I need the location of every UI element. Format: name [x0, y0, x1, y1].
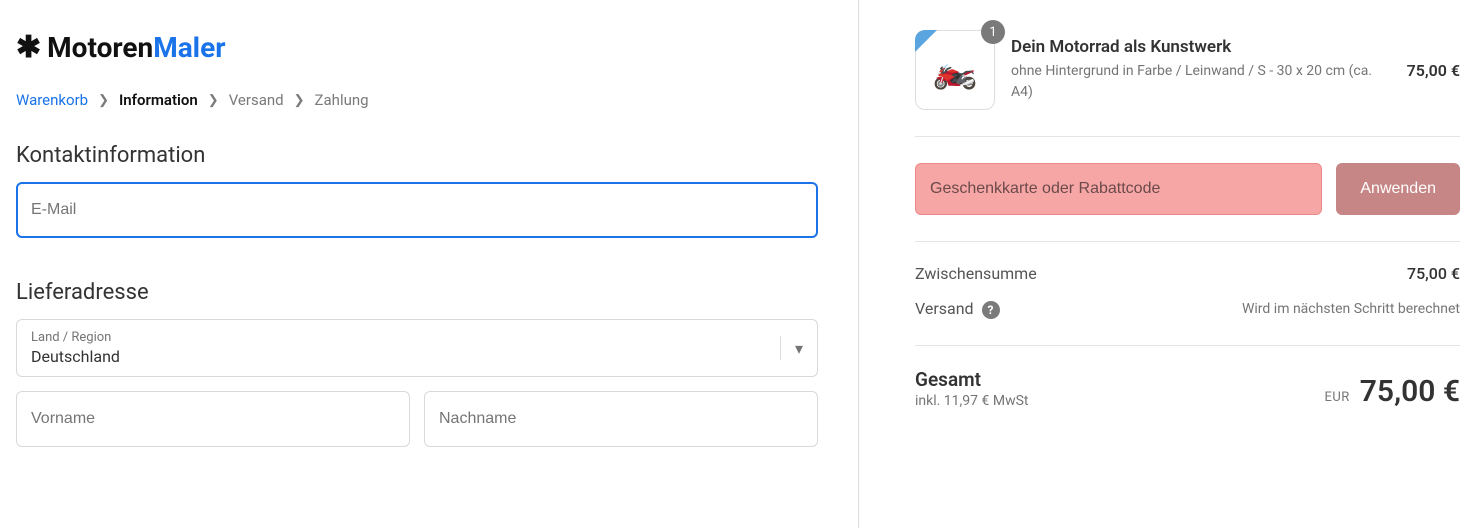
chevron-right-icon: ❯: [208, 93, 219, 108]
chevron-right-icon: ❯: [98, 93, 109, 108]
total-label: Gesamt: [915, 368, 1028, 391]
total-value: 75,00 €: [1360, 374, 1460, 409]
quantity-badge: 1: [981, 20, 1005, 44]
help-icon[interactable]: ?: [982, 301, 1000, 319]
currency-label: EUR: [1324, 390, 1349, 405]
country-select[interactable]: Land / Region Deutschland ▾: [16, 319, 818, 377]
shipping-heading: Lieferadresse: [16, 280, 818, 305]
brand-logo: ✱ MotorenMaler: [16, 30, 818, 65]
apply-discount-button[interactable]: Anwenden: [1336, 163, 1460, 215]
breadcrumb: Warenkorb ❯ Information ❯ Versand ❯ Zahl…: [16, 91, 818, 109]
logo-part2: Maler: [153, 31, 225, 64]
item-price: 75,00 €: [1407, 61, 1460, 80]
asterisk-icon: ✱: [16, 30, 41, 65]
item-thumbnail: 🏍️: [915, 30, 995, 110]
subtotal-label: Zwischensumme: [915, 264, 1037, 283]
breadcrumb-cart[interactable]: Warenkorb: [16, 91, 88, 109]
breadcrumb-payment: Zahlung: [315, 91, 369, 109]
shipping-label: Versand ?: [915, 299, 1000, 319]
order-summary: 🏍️ 1 Dein Motorrad als Kunstwerk ohne Hi…: [858, 0, 1480, 528]
shipping-value: Wird im nächsten Schritt berechnet: [1242, 301, 1460, 317]
discount-code-field[interactable]: [915, 163, 1322, 215]
item-title: Dein Motorrad als Kunstwerk: [1011, 37, 1391, 57]
country-value: Deutschland: [31, 347, 803, 366]
motorbike-icon: 🏍️: [933, 49, 978, 91]
chevron-down-icon: ▾: [780, 336, 803, 360]
subtotal-value: 75,00 €: [1407, 264, 1460, 283]
logo-part1: Motoren: [47, 31, 153, 64]
contact-heading: Kontaktinformation: [16, 143, 818, 168]
lastname-field[interactable]: [424, 391, 818, 447]
email-field[interactable]: [16, 182, 818, 238]
item-subtitle: ohne Hintergrund in Farbe / Leinwand / S…: [1011, 61, 1391, 103]
chevron-right-icon: ❯: [294, 93, 305, 108]
country-label: Land / Region: [31, 330, 803, 345]
breadcrumb-information: Information: [119, 91, 198, 109]
tax-line: inkl. 11,97 € MwSt: [915, 393, 1028, 409]
cart-item: 🏍️ 1 Dein Motorrad als Kunstwerk ohne Hi…: [915, 30, 1460, 137]
firstname-field[interactable]: [16, 391, 410, 447]
breadcrumb-shipping: Versand: [229, 91, 284, 109]
